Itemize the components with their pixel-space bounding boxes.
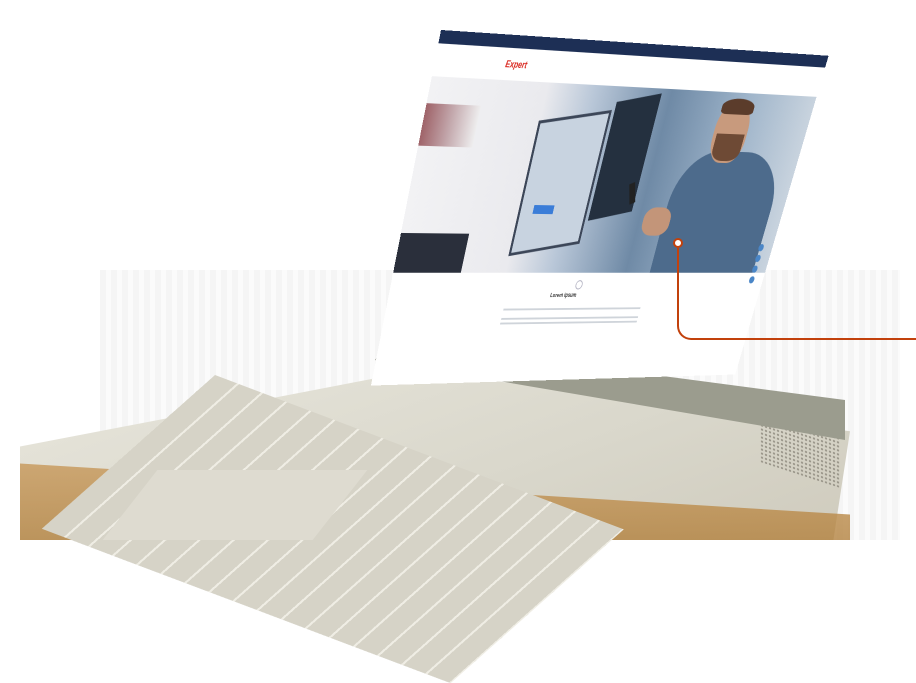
text-line (501, 316, 639, 320)
section-heading: Lorem ipsum (549, 293, 577, 299)
hero-banner (393, 76, 817, 273)
text-line (499, 320, 638, 325)
text-line (503, 307, 641, 311)
hero-cta-button[interactable] (532, 205, 555, 215)
site-logo[interactable]: Expert (504, 59, 528, 71)
hero-lamp (418, 103, 482, 148)
info-icon (574, 280, 584, 290)
hero-desk (393, 232, 470, 273)
phone-icon (629, 182, 636, 205)
hero-person-hair (720, 97, 757, 116)
callout-line (677, 248, 916, 340)
callout-marker (673, 238, 683, 248)
